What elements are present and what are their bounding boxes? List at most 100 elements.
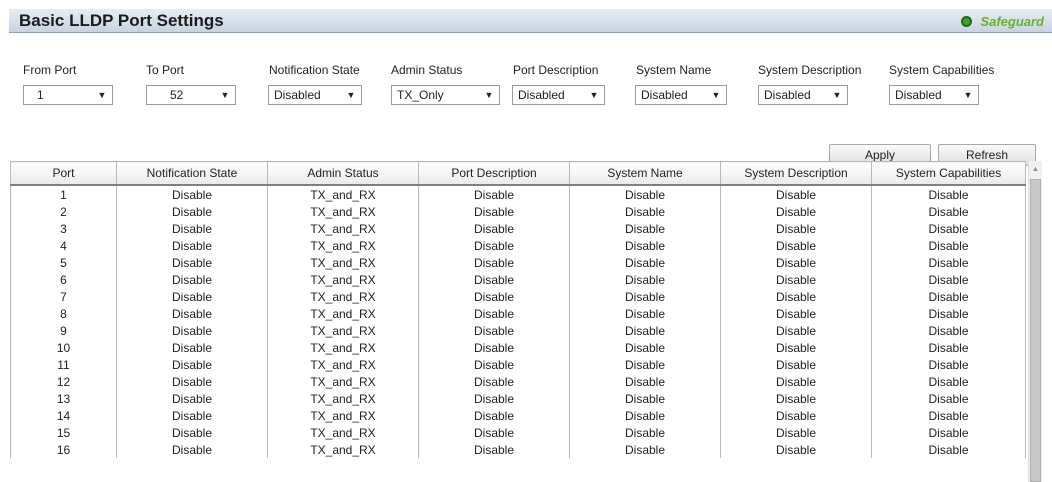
port-description-header: Port Description: [418, 161, 570, 186]
table-row: 9 Disable TX_and_RX Disable Disable Disable Di…: [10, 322, 1026, 339]
scroll-up-icon[interactable]: ▲: [1029, 163, 1042, 177]
to-port-select[interactable]: 52 ▼: [146, 85, 236, 105]
port-description-cell: Disable: [418, 185, 570, 203]
system-capabilities-select[interactable]: Disabled ▼: [889, 85, 979, 105]
admin-status-cell: TX_and_RX: [267, 356, 419, 373]
port-description-value: Disabled: [518, 88, 565, 102]
port-description-cell: Disable: [418, 339, 570, 356]
notification-state-cell: Disable: [116, 185, 268, 203]
port-description-select[interactable]: Disabled ▼: [512, 85, 605, 105]
system-capabilities-cell: Disable: [871, 390, 1026, 407]
notification-state-cell: Disable: [116, 373, 268, 390]
to-port-label: To Port: [146, 63, 185, 77]
notification-state-cell: Disable: [116, 424, 268, 441]
admin-status-cell: TX_and_RX: [267, 288, 419, 305]
port-description-cell: Disable: [418, 441, 570, 458]
chevron-down-icon: ▼: [589, 90, 599, 100]
port-cell: 15: [10, 424, 117, 441]
system-description-cell: Disable: [720, 322, 872, 339]
notification-state-header: Notification State: [116, 161, 268, 186]
admin-status-header: Admin Status: [267, 161, 419, 186]
chevron-down-icon: ▼: [963, 90, 973, 100]
port-cell: 11: [10, 356, 117, 373]
system-description-cell: Disable: [720, 237, 872, 254]
safeguard-status-icon: [961, 15, 973, 27]
system-description-cell: Disable: [720, 339, 872, 356]
to-port-value: 52: [170, 88, 184, 102]
admin-status-select[interactable]: TX_Only ▼: [391, 85, 500, 105]
admin-status-cell: TX_and_RX: [267, 390, 419, 407]
admin-status-cell: TX_and_RX: [267, 271, 419, 288]
system-name-value: Disabled: [641, 88, 688, 102]
notification-state-cell: Disable: [116, 356, 268, 373]
system-description-cell: Disable: [720, 441, 872, 458]
safeguard-label: Safeguard: [980, 13, 1044, 29]
notification-state-cell: Disable: [116, 271, 268, 288]
port-cell: 10: [10, 339, 117, 356]
port-cell: 8: [10, 305, 117, 322]
from-port-label: From Port: [23, 63, 77, 77]
system-capabilities-cell: Disable: [871, 237, 1026, 254]
admin-status-cell: TX_and_RX: [267, 185, 419, 203]
chevron-down-icon: ▼: [220, 90, 230, 100]
notification-state-cell: Disable: [116, 305, 268, 322]
system-capabilities-label: System Capabilities: [889, 63, 995, 77]
system-capabilities-value: Disabled: [895, 88, 942, 102]
port-cell: 13: [10, 390, 117, 407]
admin-status-cell: TX_and_RX: [267, 220, 419, 237]
port-description-cell: Disable: [418, 424, 570, 441]
system-description-value: Disabled: [764, 88, 811, 102]
table-row: 15 Disable TX_and_RX Disable Disable Disable D…: [10, 424, 1026, 441]
table-row: 7 Disable TX_and_RX Disable Disable Disable Di…: [10, 288, 1026, 305]
table-row: 2 Disable TX_and_RX Disable Disable Disable Di…: [10, 203, 1026, 220]
system-description-cell: Disable: [720, 305, 872, 322]
admin-status-cell: TX_and_RX: [267, 339, 419, 356]
port-description-cell: Disable: [418, 203, 570, 220]
port-description-cell: Disable: [418, 271, 570, 288]
system-description-label: System Description: [758, 63, 862, 77]
notification-state-cell: Disable: [116, 390, 268, 407]
table-row: 5 Disable TX_and_RX Disable Disable Disable Di…: [10, 254, 1026, 271]
table-scrollbar[interactable]: ▲: [1028, 161, 1042, 482]
table-row: 11 Disable TX_and_RX Disable Disable Disable D…: [10, 356, 1026, 373]
port-cell: 6: [10, 271, 117, 288]
port-description-label: Port Description: [513, 63, 599, 77]
port-description-cell: Disable: [418, 390, 570, 407]
notification-state-cell: Disable: [116, 237, 268, 254]
notification-state-label: Notification State: [269, 63, 360, 77]
port-cell: 14: [10, 407, 117, 424]
chevron-down-icon: ▼: [711, 90, 721, 100]
system-name-cell: Disable: [569, 254, 721, 271]
port-cell: 4: [10, 237, 117, 254]
notification-state-cell: Disable: [116, 288, 268, 305]
system-capabilities-cell: Disable: [871, 322, 1026, 339]
system-name-header: System Name: [569, 161, 721, 186]
system-capabilities-cell: Disable: [871, 373, 1026, 390]
system-description-cell: Disable: [720, 271, 872, 288]
notification-state-select[interactable]: Disabled ▼: [268, 85, 362, 105]
port-cell: 5: [10, 254, 117, 271]
system-description-cell: Disable: [720, 424, 872, 441]
port-description-cell: Disable: [418, 322, 570, 339]
scroll-thumb[interactable]: [1030, 179, 1041, 482]
system-name-cell: Disable: [569, 203, 721, 220]
port-description-cell: Disable: [418, 356, 570, 373]
system-name-cell: Disable: [569, 271, 721, 288]
port-description-cell: Disable: [418, 254, 570, 271]
admin-status-cell: TX_and_RX: [267, 407, 419, 424]
table-row: 3 Disable TX_and_RX Disable Disable Disable Di…: [10, 220, 1026, 237]
system-name-cell: Disable: [569, 441, 721, 458]
safeguard-indicator[interactable]: Safeguard: [961, 13, 1044, 29]
system-description-cell: Disable: [720, 288, 872, 305]
from-port-select[interactable]: 1 ▼: [23, 85, 113, 105]
port-description-cell: Disable: [418, 407, 570, 424]
system-capabilities-cell: Disable: [871, 441, 1026, 458]
system-name-cell: Disable: [569, 322, 721, 339]
notification-state-cell: Disable: [116, 339, 268, 356]
chevron-down-icon: ▼: [484, 90, 494, 100]
system-name-select[interactable]: Disabled ▼: [635, 85, 727, 105]
system-description-select[interactable]: Disabled ▼: [758, 85, 848, 105]
port-cell: 12: [10, 373, 117, 390]
admin-status-cell: TX_and_RX: [267, 441, 419, 458]
system-name-cell: Disable: [569, 373, 721, 390]
